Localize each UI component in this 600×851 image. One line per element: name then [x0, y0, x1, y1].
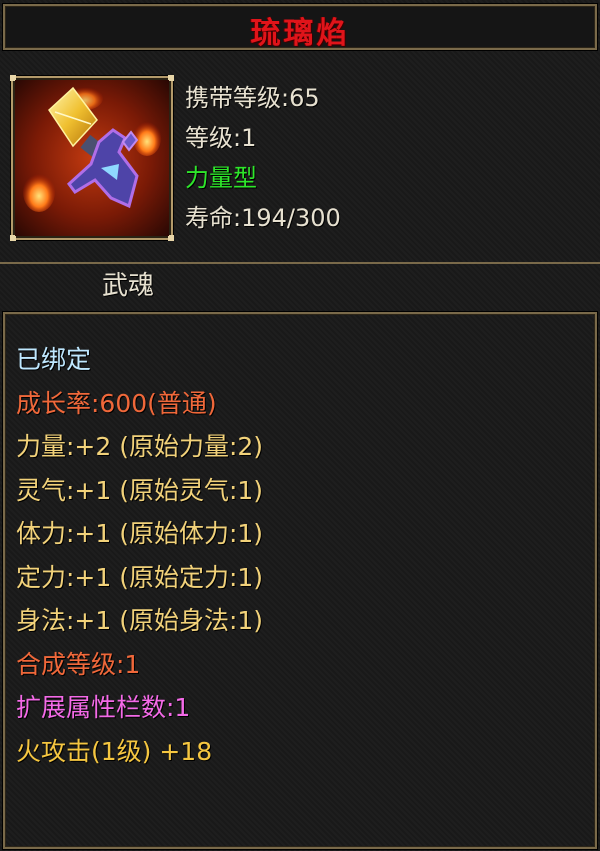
- carry-level: 携带等级:65: [185, 84, 320, 112]
- item-level: 等级:1: [185, 124, 257, 152]
- item-info: 携带等级:65 等级:1 力量型 寿命:194/300: [185, 78, 341, 238]
- stat-line: 成长率:600(普通): [16, 388, 217, 418]
- title-bar: 琉璃焰: [3, 4, 597, 51]
- stat-line: 体力:+1 (原始体力:1): [16, 519, 264, 548]
- stat-line: 已绑定: [16, 345, 92, 374]
- item-type: 力量型: [185, 164, 257, 192]
- stat-line: 灵气:+1 (原始灵气:1): [16, 475, 264, 505]
- item-category: 武魂: [102, 271, 155, 301]
- stat-line: 火攻击(1级) +18: [16, 736, 213, 766]
- weapon-spirit-icon: [15, 80, 169, 236]
- item-lifespan: 寿命:194/300: [185, 204, 341, 232]
- stat-line: 力量:+2 (原始力量:2): [16, 432, 264, 461]
- stat-line: 扩展属性栏数:1: [16, 693, 191, 722]
- item-tooltip: 琉璃焰 携带等级:65 等级:1 力量型 寿命:194/300 武魂 已绑定 成…: [0, 0, 600, 851]
- stat-line: 定力:+1 (原始定力:1): [16, 562, 264, 592]
- stat-line: 合成等级:1: [16, 649, 141, 679]
- divider: [0, 262, 600, 264]
- stats-list: 已绑定 成长率:600(普通) 力量:+2 (原始力量:2) 灵气:+1 (原始…: [16, 338, 263, 773]
- stat-line: 身法:+1 (原始身法:1): [16, 606, 264, 635]
- item-name: 琉璃焰: [250, 16, 350, 51]
- item-icon-frame: [10, 75, 174, 241]
